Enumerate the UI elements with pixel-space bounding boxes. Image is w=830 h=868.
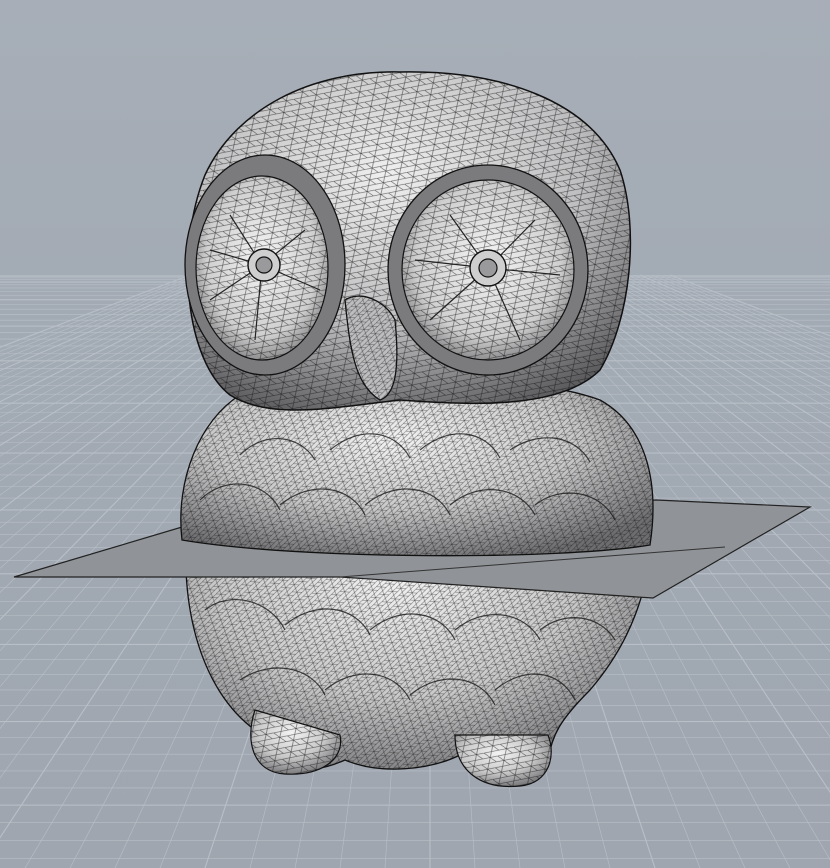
viewport-scene[interactable]: [0, 0, 830, 868]
owl-left-eye: [184, 154, 346, 376]
3d-viewport[interactable]: [0, 0, 830, 868]
owl-right-eye: [387, 164, 589, 376]
